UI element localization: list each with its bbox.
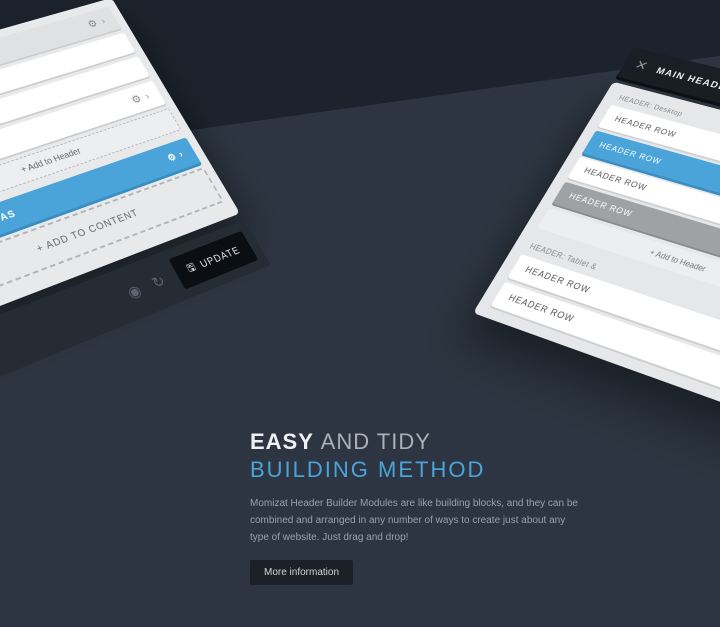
chevron-right-icon[interactable]: › [100, 17, 108, 26]
row-label: HEADER ROW [506, 293, 576, 325]
chevron-right-icon[interactable]: › [144, 92, 152, 102]
chevron-right-icon[interactable]: › [177, 149, 186, 159]
gear-icon[interactable]: ⚙ [166, 152, 180, 164]
headline-part-1: EASY [250, 429, 314, 454]
more-information-button[interactable]: More information [250, 560, 353, 585]
add-to-header-label: + Add to Header [648, 248, 708, 274]
headline-part-2: AND TIDY [321, 429, 431, 454]
builder-panel-right: ✕ MAIN HEADER HEADER: Desktop ⌄ HEADER R… [473, 47, 720, 426]
row-label: HEADER ROW [597, 141, 663, 166]
row-label: HEADER ROW [567, 192, 634, 219]
close-icon[interactable]: ✕ [632, 57, 651, 74]
update-label: UPDATE [198, 244, 242, 269]
update-button[interactable]: 🖫 UPDATE [168, 231, 258, 290]
gear-icon[interactable]: ⚙ [129, 92, 144, 106]
marketing-copy: EASY AND TIDY BUILDING METHOD Momizat He… [250, 428, 580, 585]
preview-eye-icon[interactable]: ◉ [124, 280, 145, 302]
add-to-header-label: + Add to Header [19, 147, 82, 176]
refresh-icon[interactable]: ↻ [148, 271, 168, 293]
body-text: Momizat Header Builder Modules are like … [250, 495, 580, 546]
row-label: HEADER ROW [613, 115, 678, 139]
gear-icon[interactable]: ⚙ [85, 17, 100, 30]
headline: EASY AND TIDY BUILDING METHOD [250, 428, 580, 483]
headline-line-2: BUILDING METHOD [250, 457, 485, 482]
